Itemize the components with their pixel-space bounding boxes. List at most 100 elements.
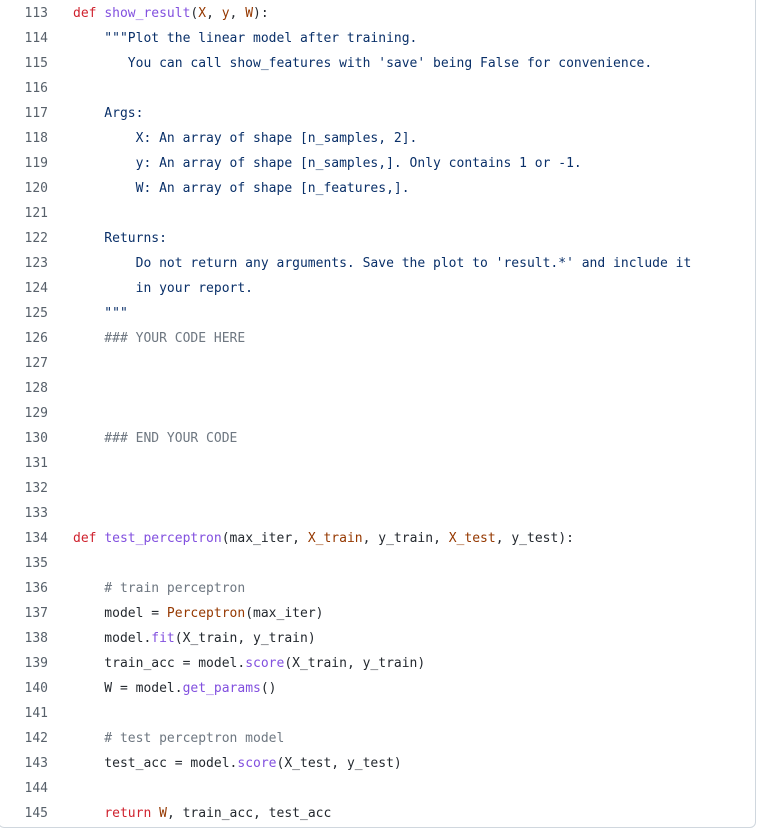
line-number[interactable]: 118	[0, 126, 48, 151]
code-line: 135	[0, 551, 759, 576]
code-token: def	[73, 6, 105, 21]
code-line: 119 y: An array of shape [n_samples,]. O…	[0, 151, 759, 176]
line-number[interactable]: 132	[0, 476, 48, 501]
line-number[interactable]: 125	[0, 301, 48, 326]
line-code: train_acc = model.score(X_train, y_train…	[73, 651, 425, 676]
line-number[interactable]: 133	[0, 501, 48, 526]
code-line: 126 ### YOUR CODE HERE	[0, 326, 759, 351]
code-line: 114 """Plot the linear model after train…	[0, 26, 759, 51]
line-number[interactable]: 139	[0, 651, 48, 676]
line-number[interactable]: 128	[0, 376, 48, 401]
code-line: 140 W = model.get_params()	[0, 676, 759, 701]
code-token: score	[237, 756, 277, 771]
code-token: y_train	[378, 531, 434, 546]
code-token: (X_test, y_test)	[276, 756, 402, 771]
code-token: ,	[229, 6, 246, 21]
line-code: ### END YOUR CODE	[73, 426, 237, 451]
line-number[interactable]: 113	[0, 1, 48, 26]
code-line: 121	[0, 201, 759, 226]
line-number[interactable]: 123	[0, 251, 48, 276]
code-line: 142 # test perceptron model	[0, 726, 759, 751]
code-line: 132	[0, 476, 759, 501]
line-number[interactable]: 126	[0, 326, 48, 351]
code-token: ### END YOUR CODE	[73, 431, 238, 446]
line-code: y: An array of shape [n_samples,]. Only …	[73, 151, 582, 176]
code-line: 139 train_acc = model.score(X_train, y_t…	[0, 651, 759, 676]
line-number[interactable]: 134	[0, 526, 48, 551]
line-number[interactable]: 140	[0, 676, 48, 701]
line-code: """	[73, 301, 128, 326]
code-token: ,	[362, 531, 379, 546]
code-token: W	[159, 806, 167, 821]
line-number[interactable]: 138	[0, 626, 48, 651]
code-token: ,	[206, 6, 222, 21]
code-token: get_params	[182, 681, 261, 696]
code-token: max_iter	[229, 531, 293, 546]
code-token: (max_iter)	[245, 606, 324, 621]
code-token: ,	[292, 531, 308, 546]
line-number[interactable]: 124	[0, 276, 48, 301]
code-token: W = model.	[73, 681, 183, 696]
code-token: test_perceptron	[104, 531, 222, 546]
line-number[interactable]: 129	[0, 401, 48, 426]
code-line: 127	[0, 351, 759, 376]
code-line: 143 test_acc = model.score(X_test, y_tes…	[0, 751, 759, 776]
code-line: 144	[0, 776, 759, 801]
line-number[interactable]: 143	[0, 751, 48, 776]
line-number[interactable]: 120	[0, 176, 48, 201]
code-token: ,	[495, 531, 512, 546]
code-token: show_result	[104, 6, 191, 21]
code-line: 136 # train perceptron	[0, 576, 759, 601]
code-line: 115 You can call show_features with 'sav…	[0, 51, 759, 76]
line-code: W: An array of shape [n_features,].	[73, 176, 410, 201]
line-code: return W, train_acc, test_acc	[73, 801, 331, 826]
code-token: ):	[253, 6, 269, 21]
line-number[interactable]: 114	[0, 26, 48, 51]
code-token: You can call show_features with 'save' b…	[73, 56, 653, 71]
code-line: 131	[0, 451, 759, 476]
line-number[interactable]: 131	[0, 451, 48, 476]
line-code: W = model.get_params()	[73, 676, 276, 701]
line-number[interactable]: 135	[0, 551, 48, 576]
code-line: 128	[0, 376, 759, 401]
code-token: """Plot the linear model after training.	[73, 31, 418, 46]
code-token: Do not return any arguments. Save the pl…	[73, 256, 692, 271]
code-line: 141	[0, 701, 759, 726]
code-token: model =	[73, 606, 167, 621]
code-token: (X_train, y_train)	[174, 631, 316, 646]
code-token: """	[73, 306, 128, 321]
code-token: return	[104, 806, 160, 821]
code-line: 123 Do not return any arguments. Save th…	[0, 251, 759, 276]
line-number[interactable]: 117	[0, 101, 48, 126]
code-token: in your report.	[73, 281, 254, 296]
line-code: Args:	[73, 101, 143, 126]
line-code: X: An array of shape [n_samples, 2].	[73, 126, 418, 151]
line-number[interactable]: 119	[0, 151, 48, 176]
line-code: def show_result(X, y, W):	[73, 1, 269, 26]
line-number[interactable]: 121	[0, 201, 48, 226]
code-token: ### YOUR CODE HERE	[73, 331, 246, 346]
line-number[interactable]: 122	[0, 226, 48, 251]
line-number[interactable]: 116	[0, 76, 48, 101]
line-number[interactable]: 136	[0, 576, 48, 601]
line-code: Returns:	[73, 226, 167, 251]
line-number[interactable]: 115	[0, 51, 48, 76]
code-token: model.	[73, 631, 152, 646]
line-number[interactable]: 130	[0, 426, 48, 451]
line-number[interactable]: 137	[0, 601, 48, 626]
code-token: ):	[558, 531, 574, 546]
code-token: W: An array of shape [n_features,].	[73, 181, 410, 196]
code-line: 133	[0, 501, 759, 526]
line-number[interactable]: 127	[0, 351, 48, 376]
line-number[interactable]: 142	[0, 726, 48, 751]
line-number[interactable]: 141	[0, 701, 48, 726]
line-number[interactable]: 145	[0, 801, 48, 826]
code-token: , train_acc, test_acc	[166, 806, 332, 821]
code-token: y: An array of shape [n_samples,]. Only …	[73, 156, 582, 171]
code-token: # test perceptron model	[73, 731, 285, 746]
line-code: test_acc = model.score(X_test, y_test)	[73, 751, 402, 776]
code-token: X	[198, 6, 207, 21]
code-token: train_acc = model.	[73, 656, 246, 671]
line-number[interactable]: 144	[0, 776, 48, 801]
code-token: Perceptron	[166, 606, 246, 621]
